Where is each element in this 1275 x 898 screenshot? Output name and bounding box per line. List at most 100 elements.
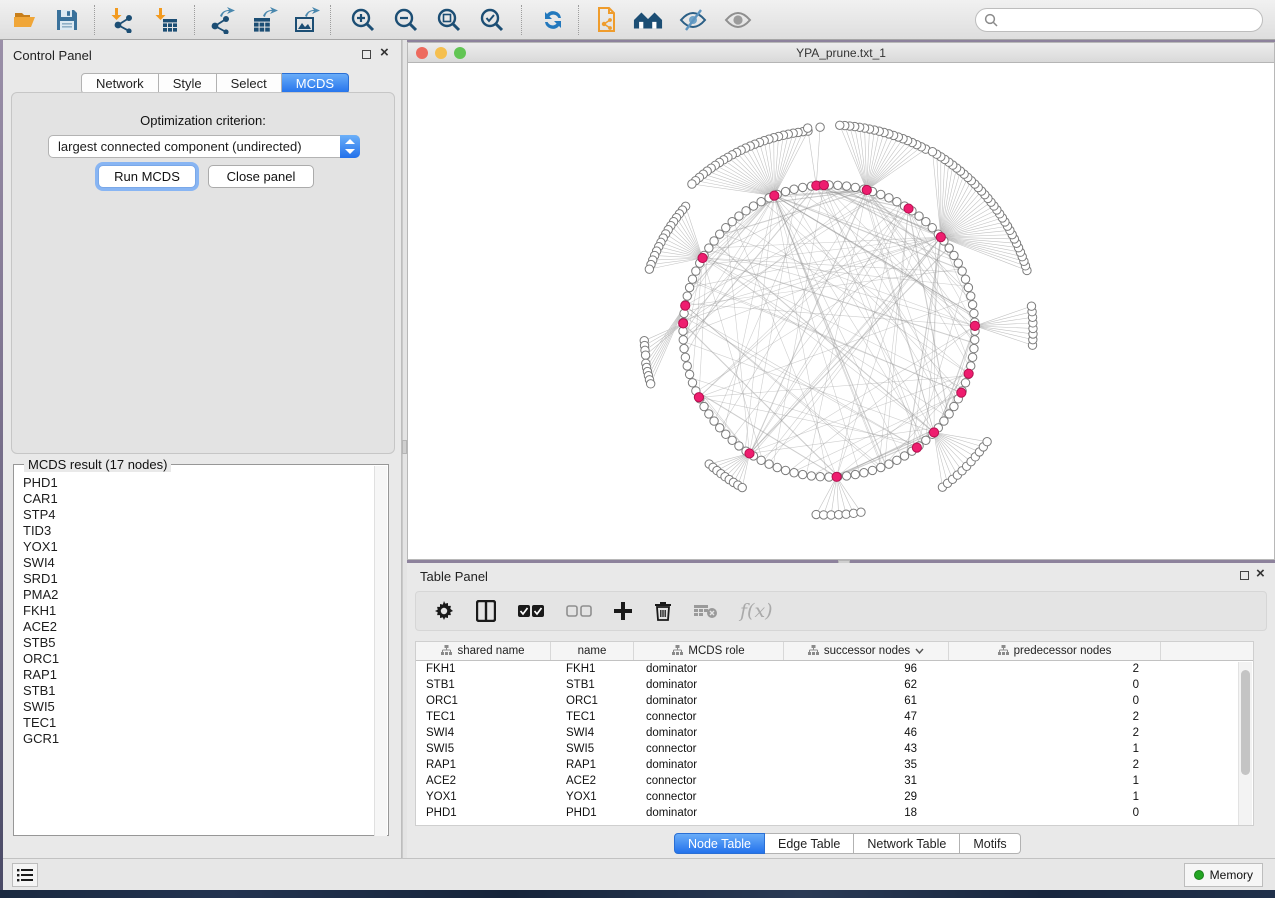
- graph-hub-node[interactable]: [679, 319, 688, 328]
- mcds-result-item[interactable]: GCR1: [16, 731, 374, 747]
- column-header-name[interactable]: name: [551, 642, 634, 660]
- split-columns-icon[interactable]: [476, 598, 496, 624]
- graph-node[interactable]: [679, 336, 687, 344]
- graph-hub-node[interactable]: [819, 180, 828, 189]
- add-icon[interactable]: [614, 598, 632, 624]
- float-window-icon[interactable]: [362, 50, 371, 59]
- graph-node[interactable]: [900, 452, 908, 460]
- mcds-result-item[interactable]: YOX1: [16, 539, 374, 555]
- graph-node[interactable]: [967, 292, 975, 300]
- graph-node[interactable]: [950, 251, 958, 259]
- graph-node[interactable]: [970, 344, 978, 352]
- graph-node[interactable]: [781, 466, 789, 474]
- close-panel-icon[interactable]: ×: [380, 44, 389, 62]
- graph-node[interactable]: [683, 292, 691, 300]
- graph-node[interactable]: [816, 123, 824, 131]
- zoom-in-icon[interactable]: [348, 5, 378, 35]
- graph-node[interactable]: [945, 410, 953, 418]
- graph-node[interactable]: [749, 202, 757, 210]
- graph-node[interactable]: [646, 380, 654, 388]
- zoom-out-icon[interactable]: [391, 5, 421, 35]
- graph-node[interactable]: [1027, 302, 1035, 310]
- graph-node[interactable]: [742, 207, 750, 215]
- mcds-result-item[interactable]: TID3: [16, 523, 374, 539]
- tab-style[interactable]: Style: [159, 73, 217, 94]
- tab-mcds[interactable]: MCDS: [282, 73, 349, 94]
- graph-node[interactable]: [710, 237, 718, 245]
- graph-hub-node[interactable]: [929, 428, 938, 437]
- graph-node[interactable]: [688, 180, 696, 188]
- graph-hub-node[interactable]: [936, 233, 945, 242]
- graph-node[interactable]: [680, 344, 688, 352]
- graph-node[interactable]: [964, 283, 972, 291]
- graph-hub-node[interactable]: [745, 449, 754, 458]
- mcds-result-item[interactable]: PHD1: [16, 475, 374, 491]
- tab-node-table[interactable]: Node Table: [674, 833, 765, 854]
- graph-node[interactable]: [971, 336, 979, 344]
- graph-hub-node[interactable]: [681, 301, 690, 310]
- graph-node[interactable]: [842, 182, 850, 190]
- graph-node[interactable]: [807, 472, 815, 480]
- houses-icon[interactable]: [633, 5, 663, 35]
- vertical-splitter-grip[interactable]: [402, 440, 407, 454]
- graph-node[interactable]: [857, 508, 865, 516]
- result-scrollbar[interactable]: [374, 466, 387, 836]
- graph-node[interactable]: [757, 456, 765, 464]
- graph-node[interactable]: [968, 353, 976, 361]
- table-row[interactable]: PHD1PHD1dominator180: [416, 805, 1253, 821]
- graph-node[interactable]: [683, 362, 691, 370]
- mcds-result-item[interactable]: SRD1: [16, 571, 374, 587]
- mcds-result-item[interactable]: FKH1: [16, 603, 374, 619]
- graph-node[interactable]: [868, 466, 876, 474]
- export-image-icon[interactable]: [292, 5, 322, 35]
- graph-hub-node[interactable]: [970, 321, 979, 330]
- table-row[interactable]: ACE2ACE2connector311: [416, 773, 1253, 789]
- zoom-fit-icon[interactable]: [434, 5, 464, 35]
- table-row[interactable]: YOX1YOX1connector291: [416, 789, 1253, 805]
- graph-node[interactable]: [705, 410, 713, 418]
- mcds-result-item[interactable]: STB1: [16, 683, 374, 699]
- graph-node[interactable]: [945, 244, 953, 252]
- hide-eye-icon[interactable]: [678, 5, 708, 35]
- graph-node[interactable]: [893, 456, 901, 464]
- table-row[interactable]: STB1STB1dominator620: [416, 677, 1253, 693]
- column-header-predecessor-nodes[interactable]: predecessor nodes: [949, 642, 1161, 660]
- table-row[interactable]: SWI4SWI4dominator462: [416, 725, 1253, 741]
- graph-node[interactable]: [765, 460, 773, 468]
- graph-node[interactable]: [970, 309, 978, 317]
- network-titlebar[interactable]: YPA_prune.txt_1: [408, 43, 1274, 63]
- mcds-result-item[interactable]: ACE2: [16, 619, 374, 635]
- column-header-MCDS-role[interactable]: MCDS role: [634, 642, 784, 660]
- graph-node[interactable]: [645, 265, 653, 273]
- mcds-result-item[interactable]: SWI5: [16, 699, 374, 715]
- graph-node[interactable]: [688, 275, 696, 283]
- graph-node[interactable]: [798, 183, 806, 191]
- graph-node[interactable]: [940, 417, 948, 425]
- graph-node[interactable]: [928, 148, 936, 156]
- graph-hub-node[interactable]: [957, 388, 966, 397]
- zoom-selected-icon[interactable]: [477, 5, 507, 35]
- table-scrollbar[interactable]: [1238, 662, 1252, 825]
- show-eye-icon[interactable]: [723, 5, 753, 35]
- graph-node[interactable]: [834, 181, 842, 189]
- document-network-icon[interactable]: [592, 5, 622, 35]
- refresh-icon[interactable]: [538, 5, 568, 35]
- graph-node[interactable]: [681, 353, 689, 361]
- graph-node[interactable]: [803, 124, 811, 132]
- mcds-result-item[interactable]: CAR1: [16, 491, 374, 507]
- graph-node[interactable]: [893, 198, 901, 206]
- float-table-panel-icon[interactable]: [1240, 571, 1249, 580]
- close-table-panel-icon[interactable]: ×: [1256, 565, 1265, 583]
- import-network-icon[interactable]: [108, 5, 138, 35]
- gear-icon[interactable]: [434, 598, 454, 624]
- criterion-select[interactable]: largest connected component (undirected): [48, 135, 360, 158]
- graph-node[interactable]: [915, 212, 923, 220]
- mcds-result-item[interactable]: PMA2: [16, 587, 374, 603]
- graph-node[interactable]: [816, 473, 824, 481]
- save-icon[interactable]: [52, 5, 82, 35]
- table-row[interactable]: RAP1RAP1dominator352: [416, 757, 1253, 773]
- tab-edge-table[interactable]: Edge Table: [765, 833, 854, 854]
- graph-node[interactable]: [885, 460, 893, 468]
- graph-node[interactable]: [842, 472, 850, 480]
- run-mcds-button[interactable]: Run MCDS: [98, 165, 196, 188]
